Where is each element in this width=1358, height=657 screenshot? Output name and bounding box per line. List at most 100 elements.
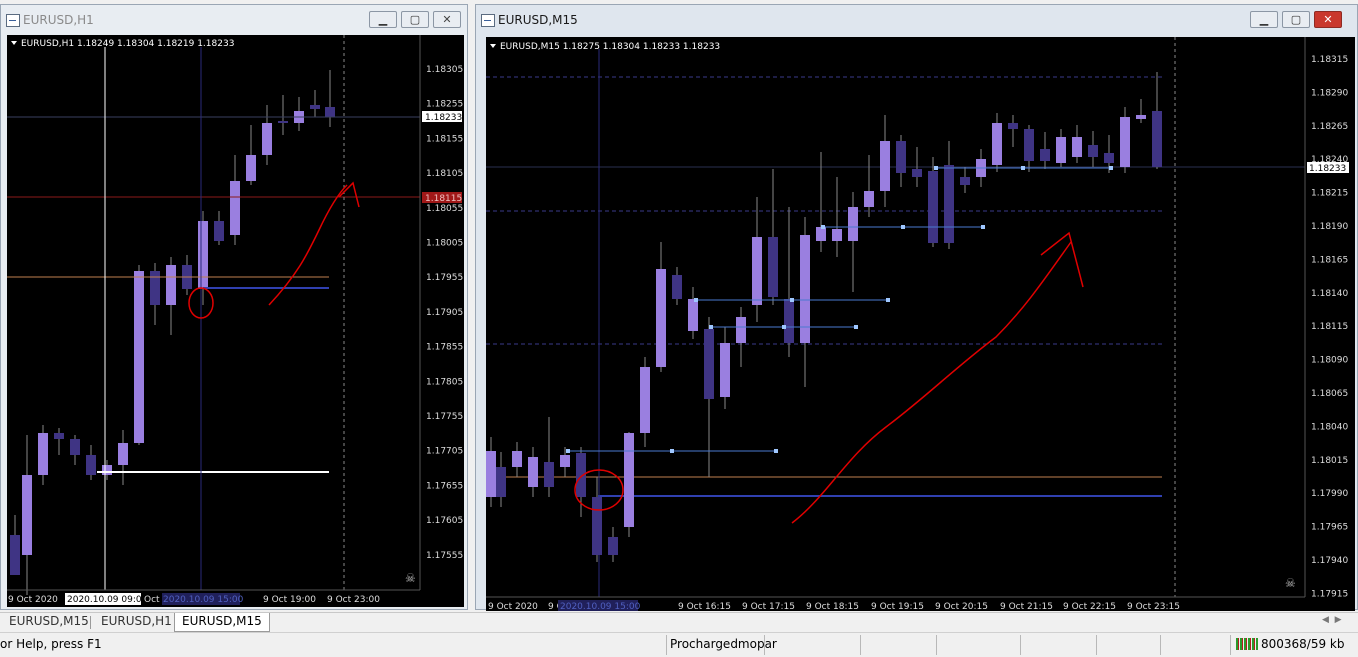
time-label: Oct xyxy=(144,595,160,605)
chart-window-icon xyxy=(6,14,20,27)
chart-window-m15[interactable]: EURUSD,M15 ▁ ▢ ✕ 1.18315 1.18290 1.18265… xyxy=(475,4,1358,611)
title-bar[interactable]: EURUSD,H1 ▁ ▢ ✕ xyxy=(1,5,467,33)
tab-separator xyxy=(90,616,91,629)
status-separator xyxy=(1020,635,1021,655)
candle xyxy=(325,107,335,117)
candle xyxy=(768,237,778,297)
time-label: 9 Oct 17:15 xyxy=(742,602,795,611)
candle xyxy=(944,165,954,243)
price-label: 1.17990 xyxy=(1311,489,1348,499)
price-label: 1.17940 xyxy=(1311,556,1348,566)
price-label: 1.18140 xyxy=(1311,289,1348,299)
candle xyxy=(672,275,682,299)
candle xyxy=(1024,129,1034,161)
drawn-arrow-annotation[interactable] xyxy=(791,241,1072,524)
price-scale: 1.18305 1.18255 1.18155 1.18105 1.18055 1.180… xyxy=(426,65,463,561)
candle xyxy=(896,141,906,173)
candle xyxy=(310,105,320,109)
price-label: 1.18215 xyxy=(1311,189,1348,199)
window-title: EURUSD,M15 xyxy=(498,13,578,27)
tab-eurusd-h1[interactable]: EURUSD,H1 xyxy=(94,613,179,632)
cursor-time-label: 2020.10.09 09:00 xyxy=(67,595,148,605)
current-price-label: 1.18233 xyxy=(425,113,462,123)
candle xyxy=(246,155,256,181)
time-label: 9 Oct 2020 xyxy=(488,602,538,611)
symbol-info: EURUSD,H1 1.18249 1.18304 1.18219 1.1823… xyxy=(21,39,234,49)
candle xyxy=(166,265,176,305)
price-label: 1.18040 xyxy=(1311,422,1348,432)
tab-eurusd-m15[interactable]: EURUSD,M15 xyxy=(2,613,96,632)
price-label: 1.17955 xyxy=(426,273,463,283)
candle xyxy=(640,367,650,433)
time-label: 9 Oct 16:15 xyxy=(678,602,731,611)
trade-levels-icon[interactable]: ☠ xyxy=(1285,576,1296,590)
candle xyxy=(912,169,922,177)
price-label: 1.17915 xyxy=(1311,589,1348,599)
chart-window-icon xyxy=(481,14,495,27)
price-label: 1.18265 xyxy=(1311,122,1348,132)
price-label: 1.18290 xyxy=(1311,88,1348,98)
symbol-dropdown-icon[interactable] xyxy=(11,41,17,45)
close-button[interactable]: ✕ xyxy=(1314,11,1342,28)
candle xyxy=(784,299,794,343)
price-label: 1.18190 xyxy=(1311,222,1348,232)
chart-window-h1[interactable]: EURUSD,H1 ▁ ▢ ✕ 1.18305 1.18255 1.18155 1 xyxy=(0,4,468,610)
time-label: 9 Oct 20:15 xyxy=(935,602,988,611)
candle xyxy=(1152,111,1162,167)
candle xyxy=(528,457,538,487)
symbol-dropdown-icon[interactable] xyxy=(490,44,496,48)
time-label: 9 Oct 19:00 xyxy=(263,595,316,605)
chart-canvas[interactable]: 1.183151.182901.182651.182401.182151.181… xyxy=(486,37,1355,611)
status-separator xyxy=(764,635,765,655)
candle xyxy=(656,269,666,367)
price-label: 1.18105 xyxy=(426,169,463,179)
drawn-arrow-head[interactable] xyxy=(338,181,360,208)
minimize-button[interactable]: ▁ xyxy=(1250,11,1278,28)
price-label: 1.18065 xyxy=(1311,389,1348,399)
candle xyxy=(992,123,1002,165)
price-label: 1.18155 xyxy=(426,134,463,144)
time-label: 9 Oct 21:15 xyxy=(1000,602,1053,611)
price-chart-m15[interactable]: 1.18315 1.18290 1.18265 1.18240 1.18215 1.181… xyxy=(486,37,1355,611)
candle xyxy=(86,455,96,475)
maximize-button[interactable]: ▢ xyxy=(1282,11,1310,28)
trade-levels-icon[interactable]: ☠ xyxy=(405,571,416,585)
candle xyxy=(118,443,128,465)
chart-canvas[interactable]: 1.18305 1.18255 1.18155 1.18105 1.18055 1.180… xyxy=(7,35,464,607)
price-label: 1.17555 xyxy=(426,551,463,561)
price-label: 1.18305 xyxy=(426,65,463,75)
price-label: 1.18115 xyxy=(1311,322,1348,332)
current-price-label: 1.18233 xyxy=(1309,164,1346,174)
minimize-button[interactable]: ▁ xyxy=(369,11,397,28)
price-label: 1.17965 xyxy=(1311,523,1348,533)
title-bar[interactable]: EURUSD,M15 ▁ ▢ ✕ xyxy=(476,5,1357,33)
tab-scroll-arrows[interactable]: ◀ ▶ xyxy=(1322,615,1342,625)
connection-bars-icon xyxy=(1236,638,1258,650)
candle xyxy=(832,229,842,241)
candle xyxy=(624,433,634,527)
drawn-arrow-head[interactable] xyxy=(1040,231,1084,288)
status-bar: or Help, press F1 Prochargedmopar 800368… xyxy=(0,632,1358,657)
maximize-button[interactable]: ▢ xyxy=(401,11,429,28)
candle xyxy=(230,181,240,235)
close-button[interactable]: ✕ xyxy=(433,11,461,28)
connection-status: 800368/59 kb xyxy=(1261,637,1345,651)
price-label: 1.17805 xyxy=(426,377,463,387)
candle xyxy=(560,455,570,467)
candle xyxy=(720,343,730,397)
time-label: 9 Oct 2020 xyxy=(8,595,58,605)
candle xyxy=(54,433,64,439)
time-label: 9 Oct 18:15 xyxy=(806,602,859,611)
candle xyxy=(928,171,938,243)
tab-eurusd-m15-active[interactable]: EURUSD,M15 xyxy=(174,613,270,632)
help-text: or Help, press F1 xyxy=(0,637,102,651)
symbol-info: EURUSD,M15 1.18275 1.18304 1.18233 1.182… xyxy=(500,42,720,52)
candle xyxy=(880,141,890,191)
price-chart-h1[interactable]: 1.18305 1.18255 1.18155 1.18105 1.18055 1.180… xyxy=(7,35,464,607)
candle xyxy=(1120,117,1130,167)
candle xyxy=(1136,115,1146,119)
chart-tabs: EURUSD,M15 EURUSD,H1 EURUSD,M15 ◀ ▶ xyxy=(0,612,1358,633)
candle xyxy=(1088,145,1098,157)
time-label: 9 Oct 19:15 xyxy=(871,602,924,611)
price-label: 1.18255 xyxy=(426,100,463,110)
